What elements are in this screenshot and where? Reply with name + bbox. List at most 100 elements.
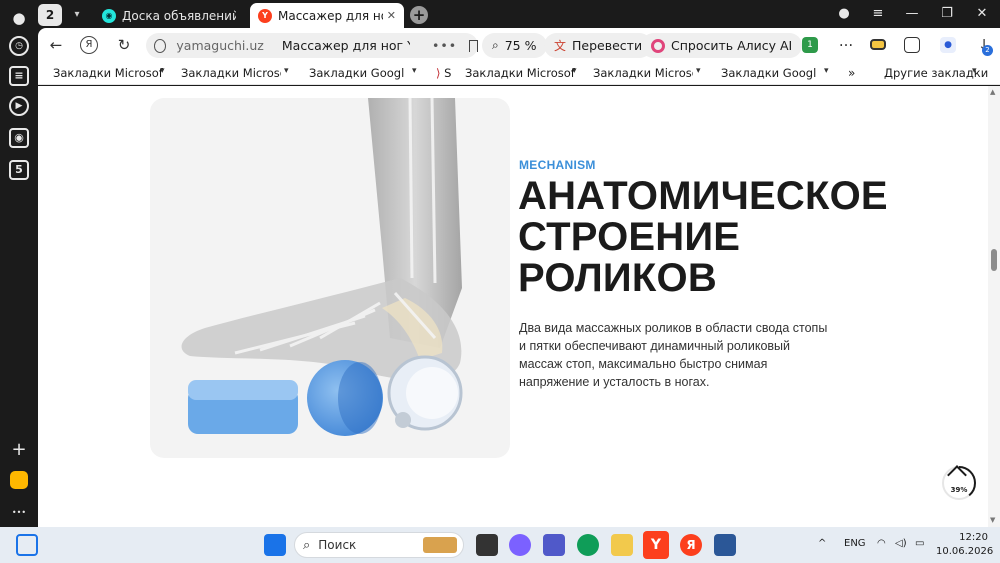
translate-label: Перевести — [572, 38, 643, 53]
chevron-down-icon[interactable]: ▾ — [66, 5, 88, 25]
section-eyebrow: MECHANISM — [519, 158, 596, 172]
screenshot-icon[interactable]: ◉ — [9, 128, 29, 148]
chevron-down-icon[interactable]: ▾ — [160, 66, 165, 76]
menu-icon[interactable]: ≡ — [866, 6, 890, 21]
new-tab-button[interactable]: + — [410, 6, 428, 24]
history-icon[interactable]: ◷ — [9, 36, 29, 56]
wifi-icon[interactable]: ◠ — [877, 538, 886, 549]
translate-button[interactable]: 文 Перевести — [544, 33, 653, 58]
browser-sidebar: ● ◷ ≡ ▶ ◉ 5 + ••• — [0, 0, 38, 527]
bookmark-folder[interactable]: Закладки Google Chrome — [721, 66, 816, 80]
url-page-title: Массажер для ног Yama... — [281, 38, 410, 53]
store-icon[interactable] — [714, 534, 736, 556]
page-content: MECHANISM АНАТОМИЧЕСКОЕ СТРОЕНИЕ РОЛИКОВ… — [38, 86, 988, 527]
tab-count-badge[interactable]: 2 — [38, 4, 62, 26]
bookmark-folder[interactable]: Закладки Microsoft Edge — [53, 66, 163, 80]
scroll-to-top-button[interactable]: 39% — [940, 464, 978, 502]
clock-time: 12:20 — [959, 532, 988, 543]
scroll-up-arrow-icon[interactable]: ▲ — [990, 88, 995, 96]
language-indicator[interactable]: ENG — [844, 538, 866, 549]
file-explorer-icon[interactable] — [611, 534, 633, 556]
battery-icon[interactable] — [870, 39, 886, 50]
teams-icon[interactable] — [543, 534, 565, 556]
alice-icon — [651, 38, 665, 53]
heading-line: АНАТОМИЧЕСКОЕ — [518, 174, 888, 218]
tab-label: Доска объявлений OLX.uz — [122, 8, 236, 23]
chevron-down-icon[interactable]: ▾ — [412, 66, 417, 76]
section-description: Два вида массажных роликов в области сво… — [519, 321, 828, 389]
address-bar[interactable]: yamaguchi.uz Массажер для ног Yama... ••… — [146, 33, 478, 58]
product-image — [150, 98, 510, 458]
site-info-icon[interactable] — [154, 38, 167, 53]
search-highlight-icon — [423, 537, 457, 553]
profile-ext-icon[interactable]: ● — [940, 37, 956, 53]
bookmark-folder[interactable]: Закладки Google Chrome — [309, 66, 404, 80]
clock-date: 10.06.2026 — [936, 546, 994, 557]
downloads-badge: 2 — [982, 45, 993, 56]
collections-ext-icon[interactable] — [904, 37, 920, 53]
zoom-level: 75 % — [504, 38, 537, 53]
chevron-down-icon[interactable]: ▾ — [972, 66, 977, 76]
taskbar-search[interactable]: ⌕ Поиск — [294, 532, 464, 558]
window-close-button[interactable]: ✕ — [970, 6, 994, 21]
more-icon[interactable]: ••• — [9, 503, 29, 523]
profile-icon[interactable]: ● — [832, 6, 856, 21]
messenger-icon[interactable] — [10, 471, 28, 489]
search-zoom-icon: ⌕ — [492, 38, 499, 52]
scrollbar-thumb[interactable] — [991, 249, 997, 271]
scroll-percent: 39% — [950, 486, 968, 494]
user-icon[interactable]: ● — [9, 8, 29, 28]
copilot-icon[interactable] — [509, 534, 531, 556]
tab-label: Массажер для ног Yamaguchi — [278, 8, 383, 23]
olx-favicon-icon: ◉ — [102, 8, 116, 23]
bookmark-folder[interactable]: Закладки Microsoft Edge — [593, 66, 693, 80]
bookmarks-overflow-button[interactable]: » — [848, 66, 855, 80]
yandex-icon[interactable]: Я — [680, 534, 702, 556]
scroll-down-arrow-icon[interactable]: ▼ — [990, 516, 995, 524]
bookmarks-bar: Закладки Microsoft Edge ▾ Закладки Micro… — [38, 63, 1000, 85]
extension-shield-icon[interactable]: 1 — [802, 37, 818, 53]
taskbar-clock[interactable]: 12:20 10.06.2026 — [936, 531, 994, 559]
search-placeholder: Поиск — [318, 538, 357, 552]
chevron-down-icon[interactable]: ▾ — [696, 66, 701, 76]
add-icon[interactable]: + — [9, 440, 29, 460]
reload-button[interactable]: ↻ — [114, 36, 134, 54]
back-button[interactable]: ← — [46, 36, 66, 54]
start-windows-icon[interactable] — [264, 534, 286, 556]
bookmark-folder[interactable]: Закладки Microsoft Edge — [181, 66, 281, 80]
browser-toolbar: ← Я ↻ yamaguchi.uz Массажер для ног Yama… — [38, 28, 1000, 63]
video-icon[interactable]: ▶ — [9, 96, 29, 116]
bookmark-link[interactable]: ⟩ S — [436, 66, 454, 80]
url-domain: yamaguchi.uz — [176, 38, 264, 53]
chevron-down-icon[interactable]: ▾ — [824, 66, 829, 76]
search-icon: ⌕ — [303, 537, 311, 553]
yandex-browser-icon[interactable]: Y — [643, 531, 669, 559]
site-favicon-icon: ⟩ — [436, 66, 441, 80]
tab-olx[interactable]: ◉ Доска объявлений OLX.uz — [94, 3, 244, 28]
windows-taskbar: ⌕ Поиск Y Я ^ ENG ◠ ◁) ▭ 12:20 10.06.202… — [0, 527, 1000, 563]
more-icon[interactable]: ••• — [432, 38, 457, 53]
restore-button[interactable]: ❐ — [935, 6, 959, 21]
chevron-down-icon[interactable]: ▾ — [572, 66, 577, 76]
task-view-icon[interactable] — [476, 534, 498, 556]
zoom-button[interactable]: ⌕ 75 % — [482, 33, 547, 58]
close-icon[interactable]: ✕ — [383, 9, 396, 22]
number-5-icon[interactable]: 5 — [9, 160, 29, 180]
ask-alice-button[interactable]: Спросить Алису AI — [641, 33, 803, 58]
foot-massager-illustration — [181, 98, 463, 436]
tray-overflow-icon[interactable]: ^ — [818, 538, 826, 549]
edge-icon[interactable] — [577, 534, 599, 556]
chevron-down-icon[interactable]: ▾ — [284, 66, 289, 76]
volume-icon[interactable]: ◁) — [895, 538, 907, 549]
battery-icon[interactable]: ▭ — [915, 538, 924, 549]
heading-line: РОЛИКОВ — [518, 256, 717, 300]
tab-yamaguchi[interactable]: Y Массажер для ног Yamaguchi ✕ — [250, 3, 404, 28]
widgets-icon[interactable] — [16, 534, 38, 556]
bookmark-folder[interactable]: Закладки Microsoft Edge — [465, 66, 575, 80]
page-scrollbar[interactable]: ▲ ▼ — [988, 86, 1000, 527]
yandex-home-icon[interactable]: Я — [80, 36, 98, 54]
more-extensions-icon[interactable]: ... — [836, 32, 856, 50]
bookmark-icon[interactable] — [469, 39, 478, 52]
minimize-button[interactable]: — — [900, 6, 924, 21]
collections-icon[interactable]: ≡ — [9, 66, 29, 86]
